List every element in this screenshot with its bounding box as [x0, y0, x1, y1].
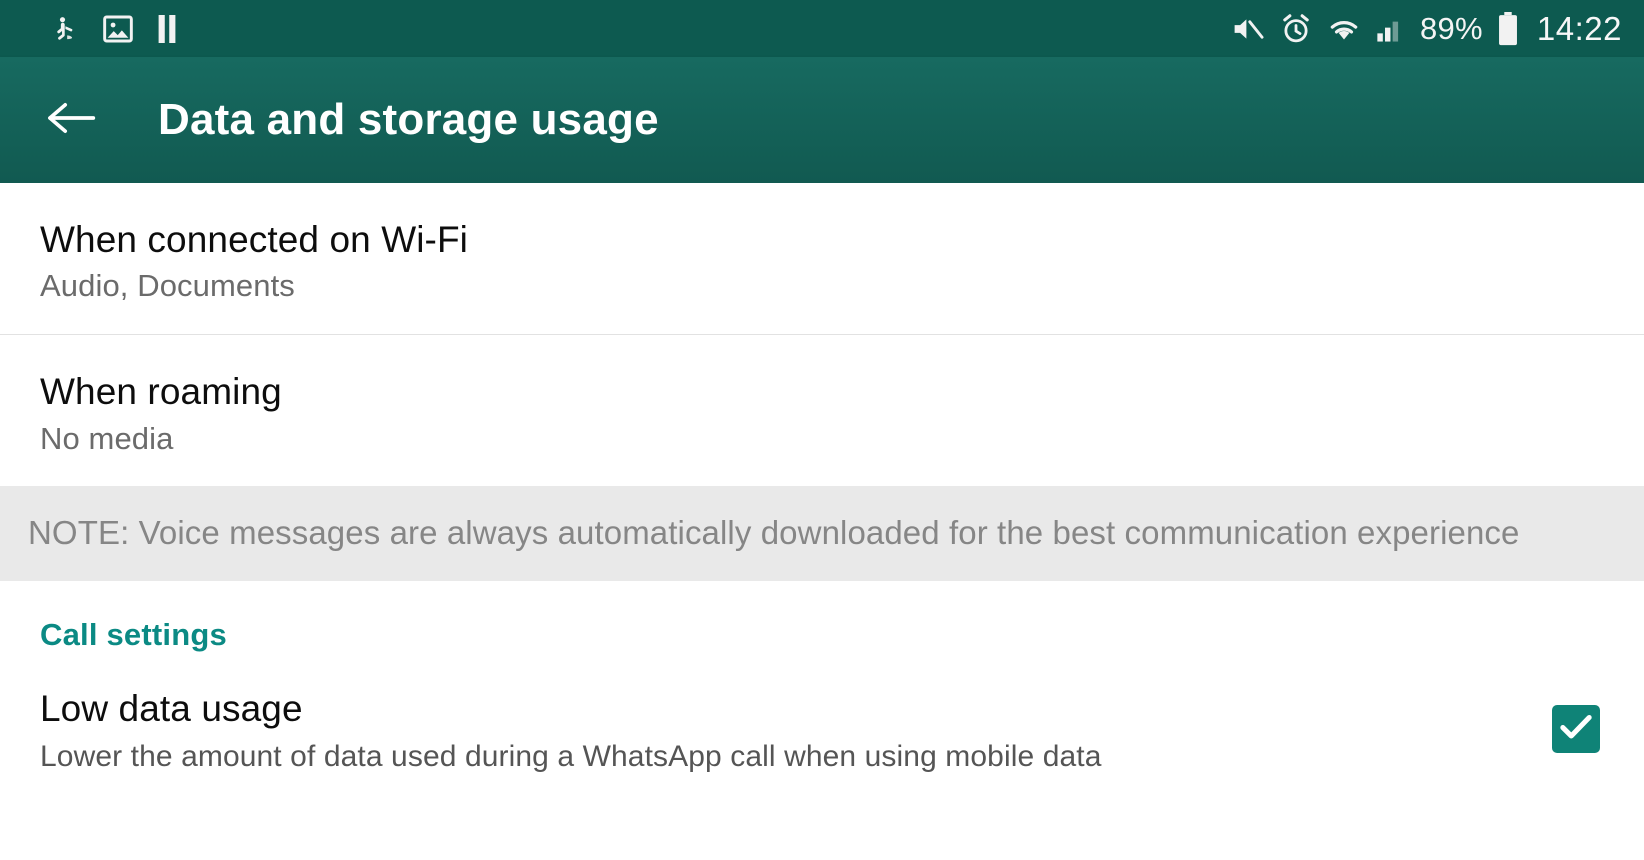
status-bar-clock: 14:22	[1536, 10, 1622, 47]
list-item-title: Low data usage	[40, 688, 303, 730]
screenshot-image-icon	[102, 13, 134, 45]
status-bar: 89% 14:22	[0, 0, 1644, 57]
status-bar-left-icons	[52, 13, 178, 45]
pause-icon	[156, 14, 178, 43]
note-banner: NOTE: Voice messages are always automati…	[0, 486, 1644, 582]
low-data-usage-checkbox[interactable]	[1552, 705, 1600, 754]
section-header-call-settings: Call settings	[0, 581, 1644, 662]
section-title: Call settings	[40, 617, 227, 653]
phone-screen: 89% 14:22 Data and storage usage When co…	[0, 0, 1644, 860]
list-item-low-data-usage[interactable]: Low data usage Lower the amount of data …	[0, 661, 1644, 805]
list-item-subtitle: No media	[40, 420, 174, 456]
check-icon	[1559, 713, 1593, 746]
note-text: NOTE: Voice messages are always automati…	[28, 513, 1520, 551]
battery-percent-label: 89%	[1419, 11, 1483, 46]
list-item-title: When connected on Wi-Fi	[40, 219, 468, 260]
battery-icon	[1497, 11, 1519, 46]
list-item-title: When roaming	[40, 371, 282, 413]
app-bar: Data and storage usage	[0, 57, 1644, 183]
arrow-left-icon	[45, 98, 97, 143]
settings-content: When connected on Wi-Fi Audio, Documents…	[0, 183, 1644, 860]
mute-icon	[1232, 13, 1266, 45]
list-item-wifi[interactable]: When connected on Wi-Fi Audio, Documents	[0, 183, 1644, 335]
low-data-usage-text: Low data usage Lower the amount of data …	[40, 688, 1552, 774]
back-button[interactable]	[44, 93, 98, 147]
list-item-roaming[interactable]: When roaming No media	[0, 335, 1644, 487]
wifi-icon	[1326, 14, 1362, 44]
status-bar-right-icons: 89% 14:22	[1232, 10, 1622, 47]
list-item-subtitle: Lower the amount of data used during a W…	[40, 739, 1102, 773]
alarm-clock-icon	[1280, 13, 1312, 45]
list-item-subtitle: Audio, Documents	[40, 268, 295, 304]
android-debug-icon	[52, 14, 80, 44]
page-title: Data and storage usage	[158, 95, 659, 144]
cellular-signal-icon	[1376, 14, 1406, 44]
